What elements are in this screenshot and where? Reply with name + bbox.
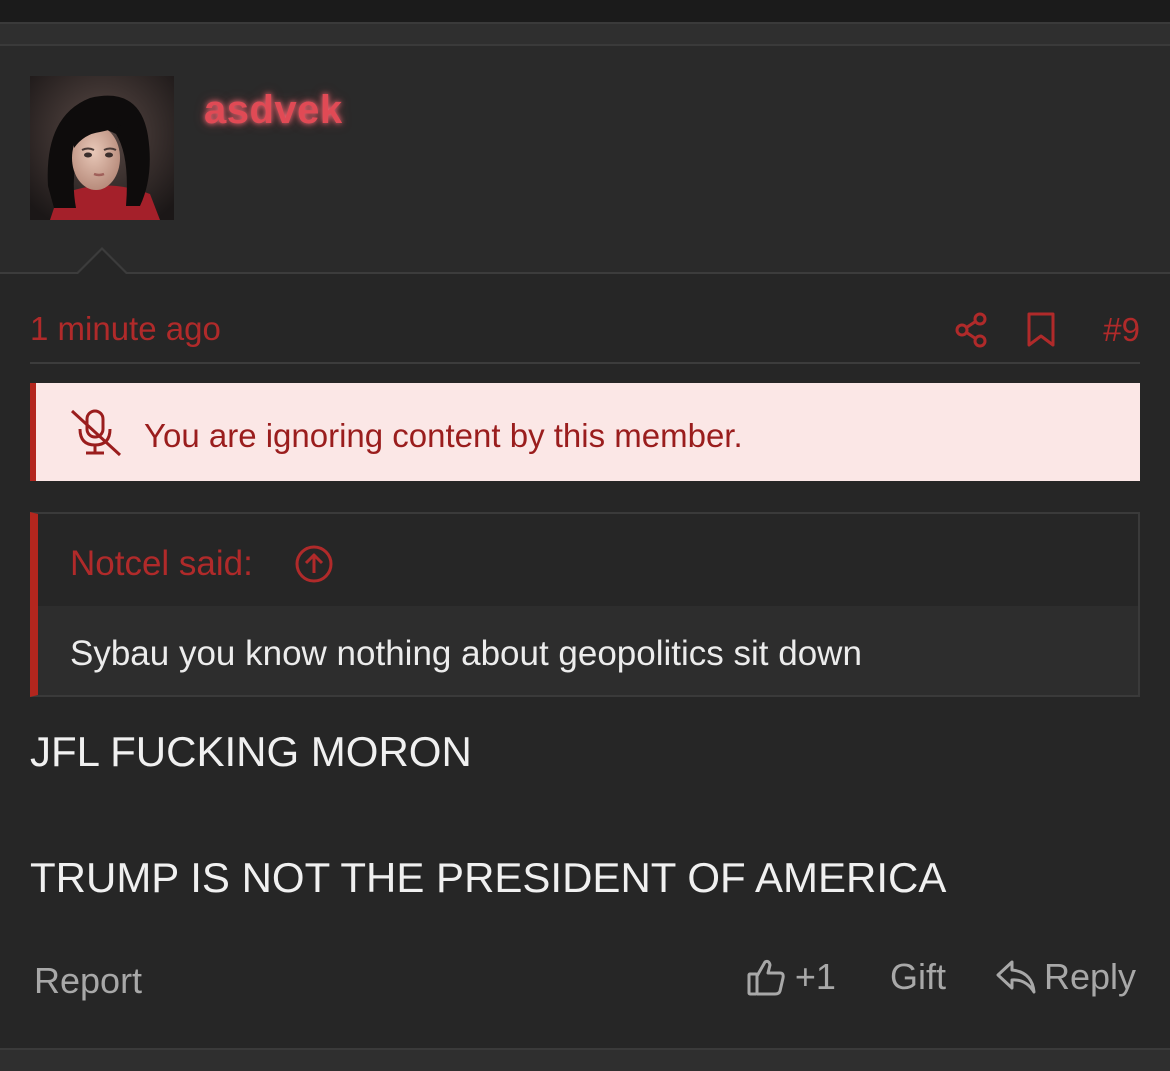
bottom-border-band: [0, 1048, 1170, 1071]
post-timestamp[interactable]: 1 minute ago: [30, 310, 221, 348]
report-link[interactable]: Report: [34, 960, 142, 1002]
avatar-image: [30, 76, 174, 220]
top-border-band-inner: [0, 24, 1170, 46]
footer-actions: +1 Gift Reply: [745, 956, 1136, 998]
quote-text: Sybau you know nothing about geopolitics…: [70, 634, 862, 673]
like-count: +1: [794, 956, 836, 997]
post-meta: 1 minute ago #9: [30, 304, 1140, 356]
reply-button[interactable]: Reply: [994, 956, 1136, 998]
meta-divider: [30, 362, 1140, 364]
ignore-notice-text: You are ignoring content by this member.: [144, 417, 743, 454]
microphone-slash-icon: [68, 407, 124, 457]
post-body-line: JFL FUCKING MORON: [30, 728, 472, 775]
quote-author[interactable]: Notcel said:: [70, 544, 253, 584]
arrow-up-circle-icon[interactable]: [294, 544, 334, 584]
post-meta-actions: #9: [921, 308, 1140, 352]
reply-arrow-icon: [996, 960, 1036, 994]
post-number[interactable]: #9: [1103, 311, 1140, 349]
like-button[interactable]: +1: [745, 956, 836, 998]
user-header: asdvek: [0, 46, 1170, 272]
thumbs-up-icon: [747, 959, 785, 996]
quote-block: Notcel said: Sybau you know nothing abou…: [30, 512, 1140, 697]
username[interactable]: asdvek: [204, 88, 343, 133]
top-border-band: [0, 0, 1170, 24]
post-container: asdvek 1 minute ago #9 You are ignoring …: [0, 0, 1170, 1071]
quote-header: Notcel said:: [38, 514, 1138, 604]
bookmark-icon[interactable]: [1021, 308, 1061, 352]
post-body-line: TRUMP IS NOT THE PRESIDENT OF AMERICA: [30, 854, 947, 901]
header-divider: [0, 272, 1170, 274]
quote-body: Sybau you know nothing about geopolitics…: [38, 606, 1138, 695]
reply-label: Reply: [1043, 956, 1136, 997]
gift-button[interactable]: Gift: [890, 956, 946, 998]
share-icon[interactable]: [951, 308, 991, 352]
avatar[interactable]: [30, 76, 174, 220]
ignore-notice: You are ignoring content by this member.: [30, 383, 1140, 481]
post-footer: Report +1 Gift Reply: [30, 950, 1140, 1010]
